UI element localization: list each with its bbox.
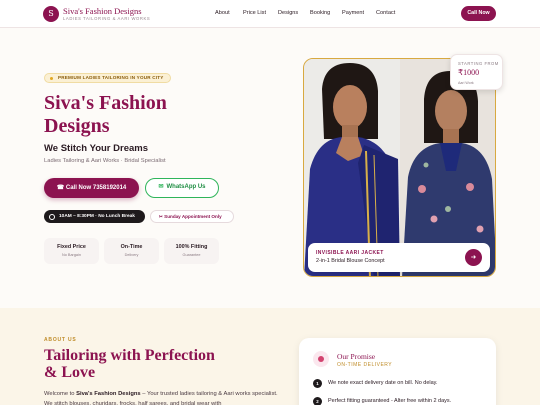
- feature-subtitle: Delivery: [124, 253, 139, 257]
- promise-subtitle: ON-TIME DELIVERY: [337, 362, 393, 368]
- promise-item: 2 Perfect fitting guaranteed - Alter fre…: [313, 397, 488, 405]
- feature-subtitle: No Bargain: [62, 253, 81, 257]
- about-label: ABOUT US: [44, 337, 77, 343]
- feature-title: Fixed Price: [57, 244, 86, 250]
- feature-title: 100% Fitting: [175, 244, 208, 250]
- whatsapp-button-label: WhatsApp Us: [166, 184, 206, 190]
- hero-subtitle: We Stitch Your Dreams: [44, 143, 149, 154]
- about-text: Welcome to Siva's Fashion Designs – Your…: [44, 389, 279, 405]
- clock-icon: [49, 213, 55, 220]
- caption-subtitle: 2-in-1 Bridal Blouse Concept: [316, 258, 385, 264]
- hero-description: Ladies Tailoring & Aari Works · Bridal S…: [44, 158, 166, 164]
- nav-payment[interactable]: Payment: [342, 10, 364, 16]
- hours-chip: 10AM – 8:30PM · No Lunch Break: [44, 210, 145, 223]
- promise-text: We note exact delivery date on bill. No …: [328, 380, 438, 386]
- badge-icon: [313, 351, 329, 367]
- feature-fixed-price: Fixed Price No Bargain: [44, 238, 99, 264]
- phone-icon: ☎: [56, 185, 66, 191]
- feature-title: On-Time: [120, 244, 143, 250]
- promise-card: [299, 338, 496, 405]
- about-title: Tailoring with Perfection & Love: [44, 347, 215, 381]
- nav-about[interactable]: About: [215, 10, 230, 16]
- brand-name[interactable]: Siva's Fashion Designs: [63, 6, 142, 16]
- whatsapp-button[interactable]: ✉ WhatsApp Us: [145, 178, 219, 198]
- premium-badge: PREMIUM LADIES TAILORING IN YOUR CITY: [44, 73, 171, 83]
- hero-title: Siva's Fashion Designs: [44, 92, 167, 137]
- hours-text: 10AM – 8:30PM · No Lunch Break: [59, 214, 135, 219]
- feature-fitting: 100% Fitting Guarantee: [164, 238, 219, 264]
- logo-icon[interactable]: S: [43, 6, 59, 22]
- feature-subtitle: Guarantee: [182, 253, 201, 257]
- about-text-brand: Siva's Fashion Designs: [76, 391, 141, 397]
- feature-on-time: On-Time Delivery: [104, 238, 159, 264]
- star-icon: [50, 76, 53, 80]
- design-caption-card[interactable]: INVISIBLE AARI JACKET 2-in-1 Bridal Blou…: [308, 243, 490, 272]
- nav-booking[interactable]: Booking: [310, 10, 330, 16]
- promise-number: 2: [313, 397, 322, 405]
- caption-title: INVISIBLE AARI JACKET: [316, 250, 384, 256]
- price-label: STARTING FROM: [458, 61, 499, 66]
- promise-item: 1 We note exact delivery date on bill. N…: [313, 379, 488, 389]
- nav-contact[interactable]: Contact: [376, 10, 395, 16]
- price-value: ₹1000: [458, 68, 480, 77]
- promise-text: Perfect fitting guaranteed - Alter free …: [328, 398, 452, 404]
- whatsapp-icon: ✉: [158, 184, 164, 190]
- sunday-chip: ✂ Sunday Appointment Only: [150, 210, 234, 223]
- site-header: S Siva's Fashion Designs LADIES TAILORIN…: [0, 0, 540, 28]
- price-note: Aari Work: [458, 81, 474, 85]
- arrow-right-icon[interactable]: ➜: [465, 249, 482, 266]
- nav-price-list[interactable]: Price List: [243, 10, 266, 16]
- call-now-button[interactable]: ☎ Call Now 7358192014: [44, 178, 139, 198]
- starting-price-card: STARTING FROM ₹1000 Aari Work: [450, 54, 503, 90]
- call-now-nav-button[interactable]: Call Now: [461, 6, 496, 21]
- promise-number: 1: [313, 379, 322, 388]
- about-text-prefix: Welcome to: [44, 391, 77, 397]
- badge-text: PREMIUM LADIES TAILORING IN YOUR CITY: [58, 75, 164, 80]
- call-button-label: Call Now 7358192014: [65, 185, 127, 191]
- sunday-text: Sunday Appointment Only: [164, 214, 222, 219]
- nav-designs[interactable]: Designs: [278, 10, 298, 16]
- brand-tagline: LADIES TAILORING & AARI WORKS: [63, 16, 151, 21]
- promise-title: Our Promise: [337, 352, 376, 361]
